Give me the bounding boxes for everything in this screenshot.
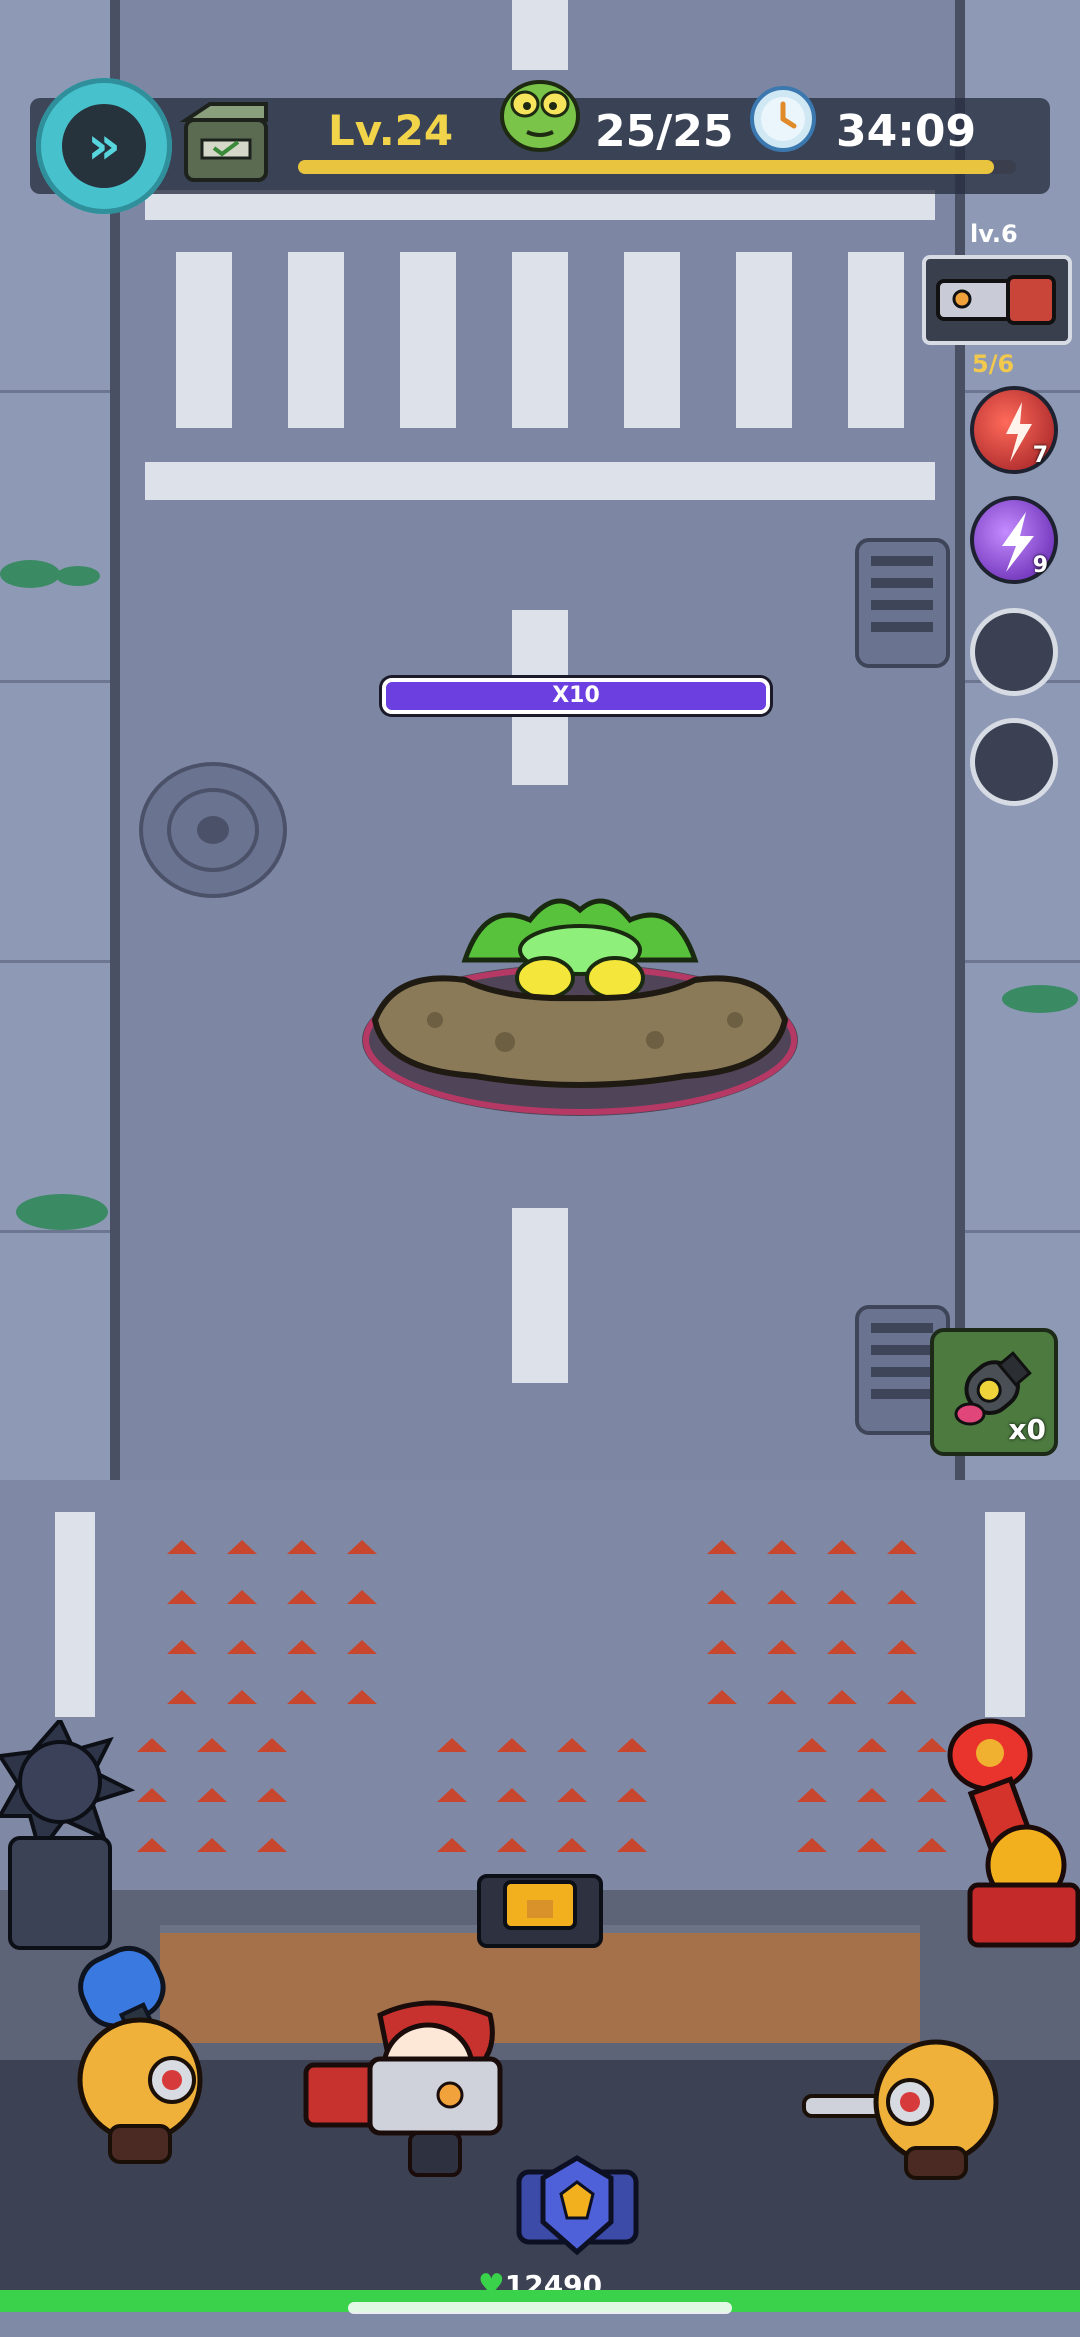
player-level: Lv.24 (328, 106, 454, 155)
spike-trap (767, 1640, 797, 1654)
wave-progress-fill (298, 160, 995, 174)
spike-trap (617, 1738, 647, 1752)
spike-trap (257, 1738, 287, 1752)
weapon-level: lv.6 (970, 220, 1018, 248)
spike-trap (197, 1838, 227, 1852)
spike-trap (347, 1640, 377, 1654)
spike-trap (857, 1788, 887, 1802)
spike-trap (227, 1590, 257, 1604)
spike-trap (347, 1590, 377, 1604)
spike-trap (137, 1788, 167, 1802)
spike-trap (287, 1690, 317, 1704)
spike-trap (437, 1738, 467, 1752)
spike-trap (137, 1738, 167, 1752)
spike-trap (707, 1640, 737, 1654)
spike-trap (557, 1738, 587, 1752)
weapon-slot-button[interactable] (922, 255, 1072, 345)
spike-trap (167, 1540, 197, 1554)
spike-trap (167, 1690, 197, 1704)
spike-trap (227, 1690, 257, 1704)
spike-trap (857, 1838, 887, 1852)
spike-trap (557, 1788, 587, 1802)
spike-trap (887, 1690, 917, 1704)
spike-trap (287, 1540, 317, 1554)
spike-trap (167, 1640, 197, 1654)
spiked-mace-turret (0, 1720, 136, 1950)
spike-trap (617, 1838, 647, 1852)
spike-trap (557, 1838, 587, 1852)
spike-trap (797, 1838, 827, 1852)
empty-skill-slot[interactable] (970, 718, 1058, 806)
spike-trap (287, 1640, 317, 1654)
spike-trap (767, 1540, 797, 1554)
spike-trap (767, 1690, 797, 1704)
lightning-skill-slot[interactable]: 9 (970, 496, 1058, 584)
boss-zombie-in-crater (362, 898, 798, 1116)
rocket-launcher-icon (936, 275, 1056, 325)
spike-trap (167, 1590, 197, 1604)
spike-trap (257, 1838, 287, 1852)
spike-trap (347, 1540, 377, 1554)
hero-hammer-bear (77, 1945, 203, 2164)
boss-health-multiplier: X10 (552, 683, 600, 708)
spike-trap (497, 1838, 527, 1852)
zombie-head-icon (500, 80, 580, 152)
stopwatch-icon (750, 86, 816, 152)
weapon-slot-count: 5/6 (972, 350, 1015, 378)
blade-skill-slot[interactable]: 7 (970, 386, 1058, 474)
lightning-skill-count: 9 (1032, 553, 1048, 578)
fast-forward-button[interactable]: » (36, 78, 172, 214)
spike-trap (437, 1788, 467, 1802)
stage-timer: 34:09 (836, 106, 977, 157)
spike-trap (827, 1540, 857, 1554)
hero-shield-emblem (516, 2155, 639, 2256)
spike-trap (197, 1738, 227, 1752)
fast-forward-icon: » (62, 104, 146, 188)
spike-trap (227, 1540, 257, 1554)
boss-health-bar: X10 (382, 678, 770, 714)
spike-trap (497, 1738, 527, 1752)
spike-trap (437, 1838, 467, 1852)
supply-crate (477, 1874, 603, 1948)
spike-trap (827, 1640, 857, 1654)
spike-trap (197, 1788, 227, 1802)
home-indicator[interactable] (348, 2302, 732, 2314)
spike-trap (707, 1540, 737, 1554)
spike-trap (827, 1590, 857, 1604)
spike-trap (887, 1540, 917, 1554)
nuke-bomb-button[interactable]: x0 (930, 1328, 1058, 1456)
spike-trap (827, 1690, 857, 1704)
spike-trap (497, 1788, 527, 1802)
spike-trap (707, 1690, 737, 1704)
spike-trap (797, 1738, 827, 1752)
hero-wrench-bear (802, 2039, 999, 2180)
spike-trap (857, 1738, 887, 1752)
spike-trap (797, 1788, 827, 1802)
spike-trap (887, 1590, 917, 1604)
spike-trap (347, 1690, 377, 1704)
spike-trap (257, 1788, 287, 1802)
hero-rocket-gunner (303, 2000, 503, 2177)
spike-trap (287, 1590, 317, 1604)
blade-skill-count: 7 (1032, 443, 1048, 468)
spike-trap (617, 1788, 647, 1802)
spike-trap (887, 1640, 917, 1654)
wave-progress-bar (298, 160, 1016, 174)
spike-trap (227, 1640, 257, 1654)
spike-trap (767, 1590, 797, 1604)
supply-chest-icon[interactable] (180, 100, 272, 186)
nuke-bomb-count: x0 (1008, 1413, 1046, 1446)
boxing-glove-turret (947, 1718, 1080, 1948)
spike-trap (707, 1590, 737, 1604)
wave-counter: 25/25 (595, 106, 734, 157)
empty-skill-slot[interactable] (970, 608, 1058, 696)
spike-trap (137, 1838, 167, 1852)
